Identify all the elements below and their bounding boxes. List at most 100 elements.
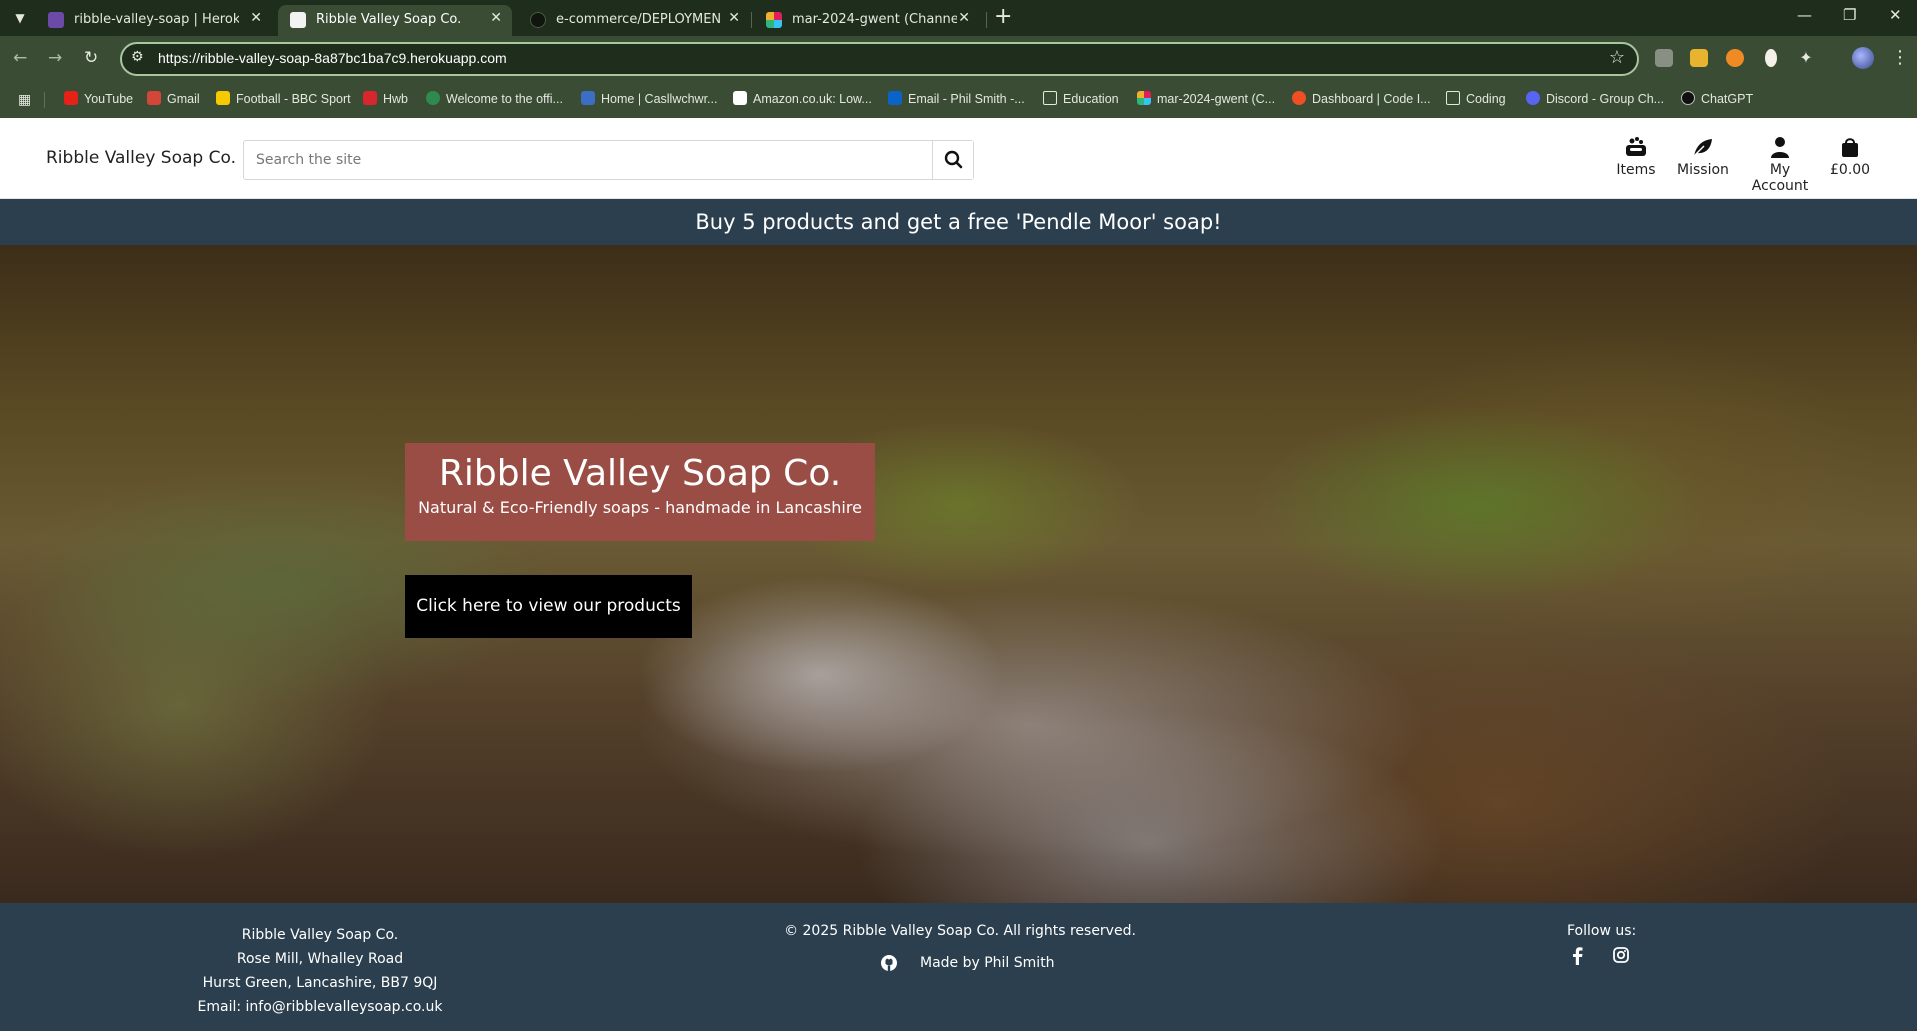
site-info-icon[interactable]: ⚙ xyxy=(131,49,144,65)
browser-menu-icon[interactable]: ⋮ xyxy=(1891,47,1909,68)
address-bar[interactable]: ⚙ https://ribble-valley-soap-8a87bc1ba7c… xyxy=(120,42,1639,76)
leaf-icon xyxy=(1693,139,1712,157)
close-window-icon[interactable]: ✕ xyxy=(1889,6,1902,24)
nav-mission-link[interactable]: Mission xyxy=(1676,136,1730,178)
apps-grid-icon[interactable]: ▦ xyxy=(18,92,31,108)
bookmark-item[interactable]: Education xyxy=(1043,91,1119,106)
close-icon[interactable]: ✕ xyxy=(958,10,970,26)
nav-bag-link[interactable]: £0.00 xyxy=(1830,136,1870,178)
bookmark-item[interactable]: Amazon.co.uk: Low... xyxy=(733,91,872,106)
hero-title: Ribble Valley Soap Co. xyxy=(438,453,842,494)
browser-tab[interactable]: e-commerce/DEPLOYMENT.md ✕ xyxy=(518,5,750,36)
facebook-icon xyxy=(1573,947,1583,965)
bookmark-item[interactable]: Football - BBC Sport xyxy=(216,91,351,106)
hero-section: Ribble Valley Soap Co. Natural & Eco-Fri… xyxy=(0,245,1917,903)
bookmark-item[interactable]: Welcome to the offi... xyxy=(426,91,563,106)
code-institute-icon xyxy=(1292,91,1306,105)
bag-total: £0.00 xyxy=(1830,162,1871,178)
close-icon[interactable]: ✕ xyxy=(250,10,262,26)
tab-separator xyxy=(751,12,752,28)
chatgpt-icon xyxy=(1681,91,1695,105)
browser-toolbar: ← → ↻ ⚙ https://ribble-valley-soap-8a87b… xyxy=(0,36,1917,82)
hero-title-box: Ribble Valley Soap Co. Natural & Eco-Fri… xyxy=(405,443,875,541)
close-icon[interactable]: ✕ xyxy=(728,10,740,26)
footer-address: Ribble Valley Soap Co. Rose Mill, Whalle… xyxy=(170,923,470,1019)
nav-my-account-link[interactable]: My Account xyxy=(1742,136,1818,194)
bookmark-separator xyxy=(44,92,45,108)
bookmark-item[interactable]: Coding xyxy=(1446,91,1506,106)
gmail-icon xyxy=(147,91,161,105)
tab-title: ribble-valley-soap | Heroku xyxy=(74,12,239,27)
camera-extension-icon[interactable] xyxy=(1655,49,1673,67)
bookmark-item[interactable]: YouTube xyxy=(64,91,133,106)
amazon-icon xyxy=(733,91,747,105)
footer-email-link[interactable]: Email: info@ribblevalleysoap.co.uk xyxy=(170,995,470,1019)
bookmark-item[interactable]: Hwb xyxy=(363,91,408,106)
forward-icon[interactable]: → xyxy=(48,48,62,68)
browser-tab-active[interactable]: Ribble Valley Soap Co. ✕ xyxy=(278,5,512,36)
footer-company-name: Ribble Valley Soap Co. xyxy=(241,927,399,943)
page-icon xyxy=(290,12,306,28)
search-form xyxy=(243,140,974,180)
puzzle-extensions-icon[interactable]: ✦ xyxy=(1797,49,1815,67)
shopping-bag-icon xyxy=(1842,138,1858,157)
profile-avatar[interactable] xyxy=(1852,47,1874,69)
discord-icon xyxy=(1526,91,1540,105)
site-brand-link[interactable]: Ribble Valley Soap Co. xyxy=(46,148,236,168)
site-header: Ribble Valley Soap Co. Items xyxy=(0,118,1917,199)
url-text[interactable]: https://ribble-valley-soap-8a87bc1ba7c9.… xyxy=(158,50,507,66)
facebook-link[interactable] xyxy=(1571,947,1583,969)
instagram-link[interactable] xyxy=(1613,947,1629,967)
bookmark-star-icon[interactable]: ☆ xyxy=(1609,47,1625,68)
bookmark-item[interactable]: mar-2024-gwent (C... xyxy=(1137,91,1275,106)
outlook-icon xyxy=(888,91,902,105)
bookmark-item[interactable]: Email - Phil Smith -... xyxy=(888,91,1025,106)
extension-icon[interactable] xyxy=(1765,49,1777,67)
footer-address-line: Hurst Green, Lancashire, BB7 9QJ xyxy=(202,975,438,991)
heroku-icon xyxy=(48,12,64,28)
github-icon xyxy=(530,12,546,28)
browser-tab[interactable]: ribble-valley-soap | Heroku ✕ xyxy=(36,5,272,36)
grammarly-extension-icon[interactable] xyxy=(1726,49,1744,67)
nav-my-account-label: My Account xyxy=(1751,162,1809,194)
slack-icon xyxy=(1137,91,1151,105)
bookmark-item[interactable]: Dashboard | Code I... xyxy=(1292,91,1431,106)
browser-tab-bar: ▼ ribble-valley-soap | Heroku ✕ Ribble V… xyxy=(0,0,1917,36)
footer-address-line: Rose Mill, Whalley Road xyxy=(236,951,404,967)
globe-icon xyxy=(426,91,440,105)
view-products-button[interactable]: Click here to view our products xyxy=(405,575,692,638)
minimize-icon[interactable]: — xyxy=(1797,6,1812,24)
rss-extension-icon[interactable] xyxy=(1690,49,1708,67)
tab-title: e-commerce/DEPLOYMENT.md xyxy=(556,12,721,27)
nav-mission-label: Mission xyxy=(1677,162,1729,178)
new-tab-button[interactable]: + xyxy=(994,4,1012,29)
bookmark-item[interactable]: Discord - Group Ch... xyxy=(1526,91,1664,106)
bookmark-item[interactable]: Home | Casllwchwr... xyxy=(581,91,717,106)
hero-subtitle: Natural & Eco-Friendly soaps - handmade … xyxy=(418,498,862,517)
folder-icon xyxy=(1043,91,1057,105)
hero-image-waterfall xyxy=(620,585,1440,865)
close-icon[interactable]: ✕ xyxy=(490,10,502,26)
made-by-text: Made by Phil Smith xyxy=(920,955,1055,971)
bookmark-item[interactable]: Gmail xyxy=(147,91,200,106)
youtube-icon xyxy=(64,91,78,105)
promo-banner: Buy 5 products and get a free 'Pendle Mo… xyxy=(0,199,1917,245)
user-icon xyxy=(1771,137,1789,158)
back-icon[interactable]: ← xyxy=(13,48,27,68)
folder-icon xyxy=(1446,91,1460,105)
restore-icon[interactable]: ❐ xyxy=(1843,6,1856,24)
nav-items-link[interactable]: Items xyxy=(1615,136,1657,178)
github-icon[interactable] xyxy=(880,954,898,972)
items-icon xyxy=(1626,137,1646,156)
follow-us-label: Follow us: xyxy=(1567,923,1637,939)
search-input[interactable] xyxy=(244,141,933,179)
bookmark-item[interactable]: ChatGPT xyxy=(1681,91,1753,106)
browser-tab[interactable]: mar-2024-gwent (Channel) - Co ✕ xyxy=(754,5,980,36)
shield-icon xyxy=(581,91,595,105)
tab-separator xyxy=(986,12,987,28)
bookmarks-bar: ▦ YouTube Gmail Football - BBC Sport Hwb… xyxy=(0,82,1917,118)
search-icon xyxy=(944,150,963,169)
tab-search-icon[interactable]: ▼ xyxy=(10,7,30,29)
search-button[interactable] xyxy=(932,141,973,179)
reload-icon[interactable]: ↻ xyxy=(84,48,98,68)
